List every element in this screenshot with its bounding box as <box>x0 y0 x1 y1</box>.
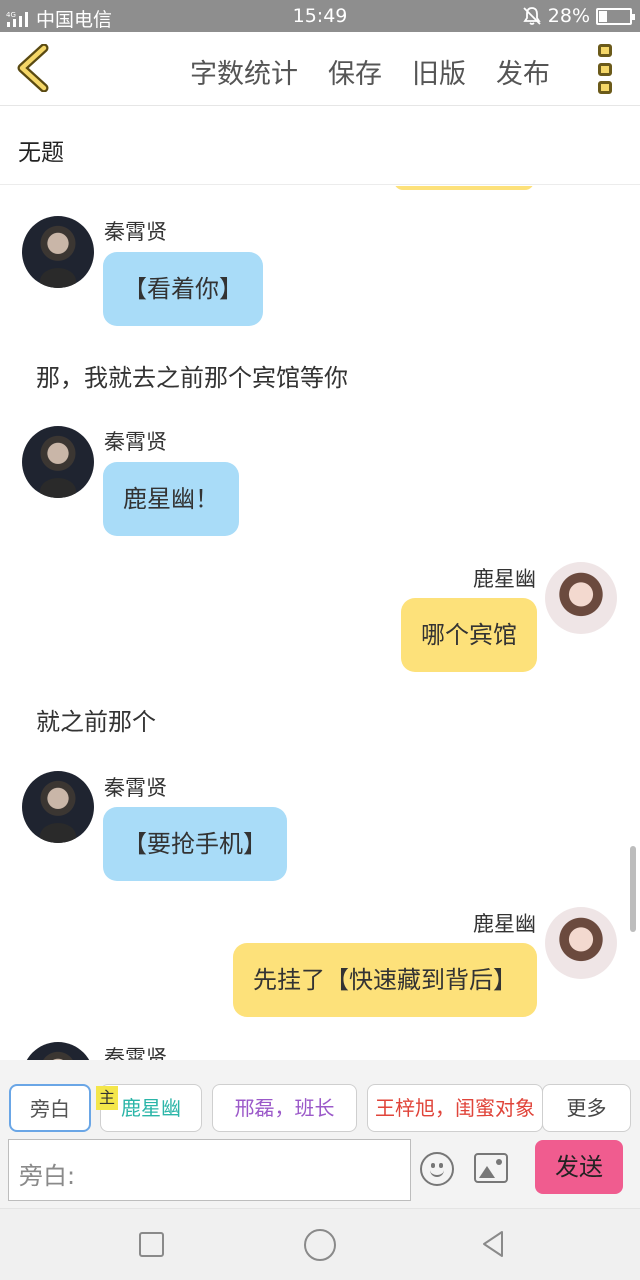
sender-name: 秦霄贤 <box>104 1046 167 1060</box>
message-bubble[interactable]: 先挂了【快速藏到背后】 <box>233 943 537 1017</box>
scrollbar-thumb[interactable] <box>630 846 636 932</box>
avatar-lu[interactable] <box>545 562 617 634</box>
image-icon[interactable] <box>474 1153 508 1183</box>
partial-bubble <box>394 186 534 190</box>
role-chip-wang[interactable]: 王梓旭，闺蜜对象 <box>367 1084 543 1132</box>
publish-button[interactable]: 发布 <box>496 52 550 91</box>
message-bubble[interactable]: 鹿星幽！ <box>103 462 239 536</box>
sender-name: 秦霄贤 <box>104 430 167 454</box>
main-role-tag: 主 <box>96 1086 118 1110</box>
home-icon[interactable] <box>304 1229 336 1261</box>
save-button[interactable]: 保存 <box>328 52 382 91</box>
avatar-lu[interactable] <box>545 907 617 979</box>
system-nav-bar <box>0 1208 640 1280</box>
sender-name: 鹿星幽 <box>473 912 536 936</box>
sender-name: 秦霄贤 <box>104 220 167 244</box>
more-vertical-icon[interactable] <box>598 44 614 94</box>
message-bubble[interactable]: 【要抢手机】 <box>103 807 287 881</box>
message-input[interactable]: 旁白: <box>8 1139 411 1201</box>
mute-bell-icon <box>523 7 541 25</box>
message-bubble[interactable]: 【看着你】 <box>103 252 263 326</box>
avatar-qin[interactable] <box>22 216 94 288</box>
recent-apps-icon[interactable] <box>139 1232 164 1257</box>
emoji-icon[interactable] <box>420 1152 454 1186</box>
battery-fill <box>599 10 608 22</box>
status-right: 28% <box>522 5 635 27</box>
battery-icon <box>596 7 635 25</box>
back-triangle-icon[interactable] <box>478 1229 508 1259</box>
avatar-qin[interactable] <box>22 1042 94 1060</box>
narration-text[interactable]: 就之前那个 <box>36 702 156 737</box>
chat-area[interactable]: 秦霄贤 【看着你】 那，我就去之前那个宾馆等你 秦霄贤 鹿星幽！ 鹿星幽 哪个宾… <box>0 186 640 1060</box>
nav-actions: 字数统计 保存 旧版 发布 <box>190 52 550 91</box>
narration-text[interactable]: 那，我就去之前那个宾馆等你 <box>36 358 348 393</box>
sender-name: 秦霄贤 <box>104 776 167 800</box>
avatar-qin[interactable] <box>22 771 94 843</box>
chevron-left-icon <box>17 43 49 93</box>
send-button[interactable]: 发送 <box>535 1140 623 1194</box>
message-bubble[interactable]: 哪个宾馆 <box>401 598 537 672</box>
status-bar: 4G 中国电信 15:49 28% <box>0 0 640 32</box>
word-count-button[interactable]: 字数统计 <box>190 52 298 91</box>
avatar-qin[interactable] <box>22 426 94 498</box>
battery-percent: 28% <box>547 5 590 27</box>
title-bar[interactable]: 无题 <box>0 107 640 185</box>
composer: 旁白: 发送 <box>0 1136 640 1208</box>
top-nav: 字数统计 保存 旧版 发布 <box>0 32 640 106</box>
role-chip-narrator[interactable]: 旁白 <box>9 1084 91 1132</box>
more-roles-button[interactable]: 更多 <box>542 1084 631 1132</box>
old-version-button[interactable]: 旧版 <box>412 52 466 91</box>
role-chip-xing[interactable]: 邢磊，班长 <box>212 1084 357 1132</box>
back-button[interactable] <box>14 43 54 93</box>
sender-name: 鹿星幽 <box>473 567 536 591</box>
story-title[interactable]: 无题 <box>18 133 64 167</box>
role-selector: 旁白 鹿星幽 主 邢磊，班长 王梓旭，闺蜜对象 更多 <box>0 1060 640 1136</box>
